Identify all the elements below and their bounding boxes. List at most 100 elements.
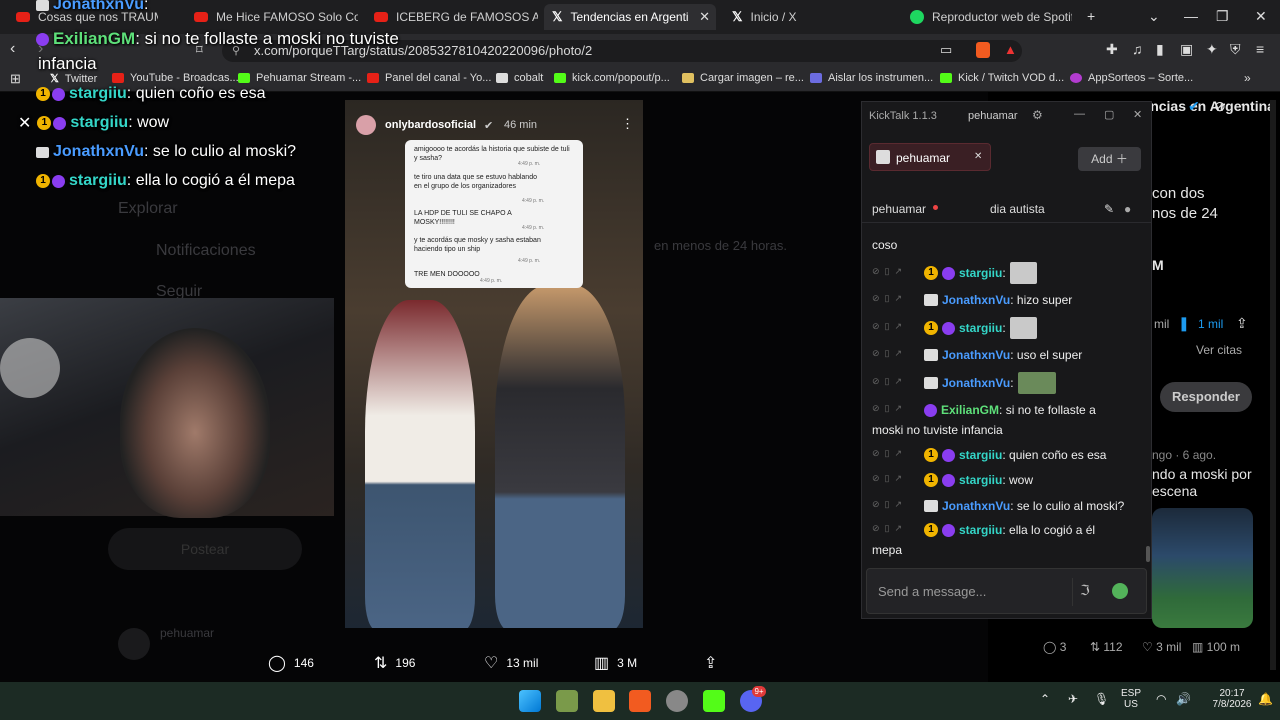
mod-tools-icon[interactable]: ⊘▯↗ [872,499,920,513]
bookmark-item[interactable]: Panel del canal - Yo... [367,72,491,84]
stream-title: dia autista [990,202,1045,216]
chevron-down-icon[interactable]: ⌄ [1148,8,1160,25]
extensions-icon[interactable]: ✚ [1106,41,1118,58]
close-window-button[interactable]: ✕ [1133,108,1142,121]
wallet-icon[interactable]: ▣ [1180,41,1193,58]
start-icon[interactable] [519,690,541,712]
apps-icon[interactable]: ⊞ [10,71,21,87]
sub-badge-icon [942,448,955,462]
mod-tools-icon[interactable]: ⊘▯↗ [872,376,920,390]
bookmark-item[interactable]: YouTube - Broadcas... [112,72,239,84]
volume-icon[interactable]: 🔊 [1176,692,1191,706]
bookmark-item[interactable]: Aislar los instrumen... [810,72,933,84]
bookmark-item[interactable]: Kick / Twitch VOD d... [940,72,1064,84]
post-author[interactable]: onlybardosoficial [385,119,476,131]
more-icon[interactable]: ⋯ [1240,96,1254,113]
menu-icon[interactable]: ≡ [1256,41,1264,57]
translate-icon[interactable]: ℑ [1080,582,1090,599]
mod-tools-icon[interactable]: ⊘▯↗ [872,448,920,462]
close-window-button[interactable]: ✕ [1255,8,1267,25]
mod-tools-icon[interactable]: ⊘▯↗ [872,348,920,362]
bookmark-item[interactable]: kick.com/popout/p... [554,72,670,84]
clock[interactable]: 20:17 7/8/2026 [1210,688,1254,710]
file-explorer-icon[interactable] [593,690,615,712]
close-icon[interactable]: ✕ [699,9,710,25]
more-bookmarks-icon[interactable]: » [1244,71,1251,85]
stadium-image[interactable] [1152,508,1253,628]
emote-picker-icon[interactable] [1112,583,1128,599]
ghost-username: pehuamar [160,626,215,640]
mod-tools-icon[interactable]: ⊘▯↗ [872,266,920,280]
kick-icon [554,73,566,83]
mod-tools-icon[interactable]: ⊘▯↗ [872,293,920,307]
post-button[interactable]: Postear [108,528,302,570]
add-channel-button[interactable]: Add ＋ [1078,147,1141,171]
tray-icon[interactable]: ✈ [1068,692,1078,706]
notifications-icon[interactable]: 🔔 [1258,692,1273,706]
tab-4[interactable]: 𝕏 Inicio / X [724,4,896,30]
tab-5[interactable]: Reproductor web de Spotify: m [902,4,1074,30]
leo-icon[interactable]: ✦ [1206,41,1218,58]
close-icon[interactable]: ✕ [974,151,982,162]
like-button[interactable]: ♡ 13 mil [484,653,538,673]
card-time: 4:49 p. m. [518,258,541,264]
views-button[interactable]: ▥ 3 M [594,653,637,673]
share-icon: ⇪ [704,655,718,672]
app-icon[interactable] [556,690,578,712]
wifi-icon[interactable]: ◠ [1156,692,1166,706]
like-stat[interactable]: ♡ 3 mil [1142,640,1181,654]
bookmark-item[interactable]: cobalt [496,72,543,84]
brave-icon[interactable] [629,690,651,712]
sidebar-icon[interactable]: ▮ [1156,41,1164,58]
tab-3[interactable]: 𝕏Tendencias en Argentina / X✕ [544,4,716,30]
vpn-icon[interactable]: ⛨ [1230,41,1241,58]
music-icon[interactable]: ♫ [1132,41,1143,57]
repost-button[interactable]: ⇅ 196 [374,653,415,673]
reply-stat[interactable]: ◯ 3 [1043,640,1066,654]
avatar [118,628,150,660]
minimize-button[interactable]: — [1074,108,1085,120]
mod-tools-icon[interactable]: ⊘▯↗ [872,523,920,537]
share-button[interactable]: ⇪ [704,653,725,673]
repost-stat[interactable]: ⇅ 112 [1090,640,1123,654]
vocal-remover-icon [810,73,822,83]
tab-1[interactable]: Me Hice FAMOSO Solo Con ME [186,4,358,30]
brave-shield-icon[interactable] [976,42,990,58]
pin-icon[interactable]: ✎ [1104,202,1114,216]
user-icon[interactable]: ● [1124,202,1131,216]
gear-icon[interactable]: ⚙ [1032,108,1043,122]
microphone-icon[interactable]: 🎙 [1094,692,1109,706]
views-stat[interactable]: ▥ 100 m [1192,640,1240,654]
chevron-up-icon[interactable]: ⌃ [1040,692,1050,706]
more-icon[interactable]: ⋮ [621,116,634,132]
cast-icon[interactable]: ▭ [940,42,952,58]
bookmark-icon[interactable]: ❚ [1178,315,1190,332]
reply-text: escena [1152,483,1198,499]
language-indicator[interactable]: ESP US [1120,688,1142,710]
brave-rewards-icon[interactable]: ▲ [1004,42,1017,57]
reply-button[interactable]: Responder [1160,382,1252,412]
sub-badge-icon [942,321,955,335]
kick-icon[interactable] [703,690,725,712]
grok-icon[interactable]: ⊘ [1214,98,1226,115]
gift-badge-icon: 1 [37,116,52,130]
obs-icon[interactable] [666,690,688,712]
scrollbar[interactable] [1146,546,1150,562]
restore-button[interactable]: ❐ [1216,8,1229,25]
close-icon[interactable]: ✕ [18,113,31,133]
maximize-button[interactable]: ▢ [1104,108,1114,121]
bookmark-item[interactable]: Pehuamar Stream -... [238,72,361,84]
back-icon[interactable]: ‹ [10,40,15,58]
mod-tools-icon[interactable]: ⊘▯↗ [872,473,920,487]
bookmark-item[interactable]: AppSorteos – Sorte... [1070,72,1193,84]
ver-citas-link[interactable]: Ver citas [1196,343,1242,357]
bookmark-item[interactable]: Cargar imagen – re... [682,72,804,84]
scrollbar[interactable] [1270,100,1276,670]
tab-2[interactable]: ICEBERG de FAMOSOS ARGENT [366,4,538,30]
mod-tools-icon[interactable]: ⊘▯↗ [872,321,920,335]
reply-button[interactable]: ◯ 146 [268,653,314,673]
minimize-button[interactable]: — [1184,8,1198,24]
share-icon[interactable]: ⇪ [1236,315,1248,332]
mod-tools-icon[interactable]: ⊘▯↗ [872,403,920,417]
new-tab-button[interactable]: + [1087,8,1095,24]
